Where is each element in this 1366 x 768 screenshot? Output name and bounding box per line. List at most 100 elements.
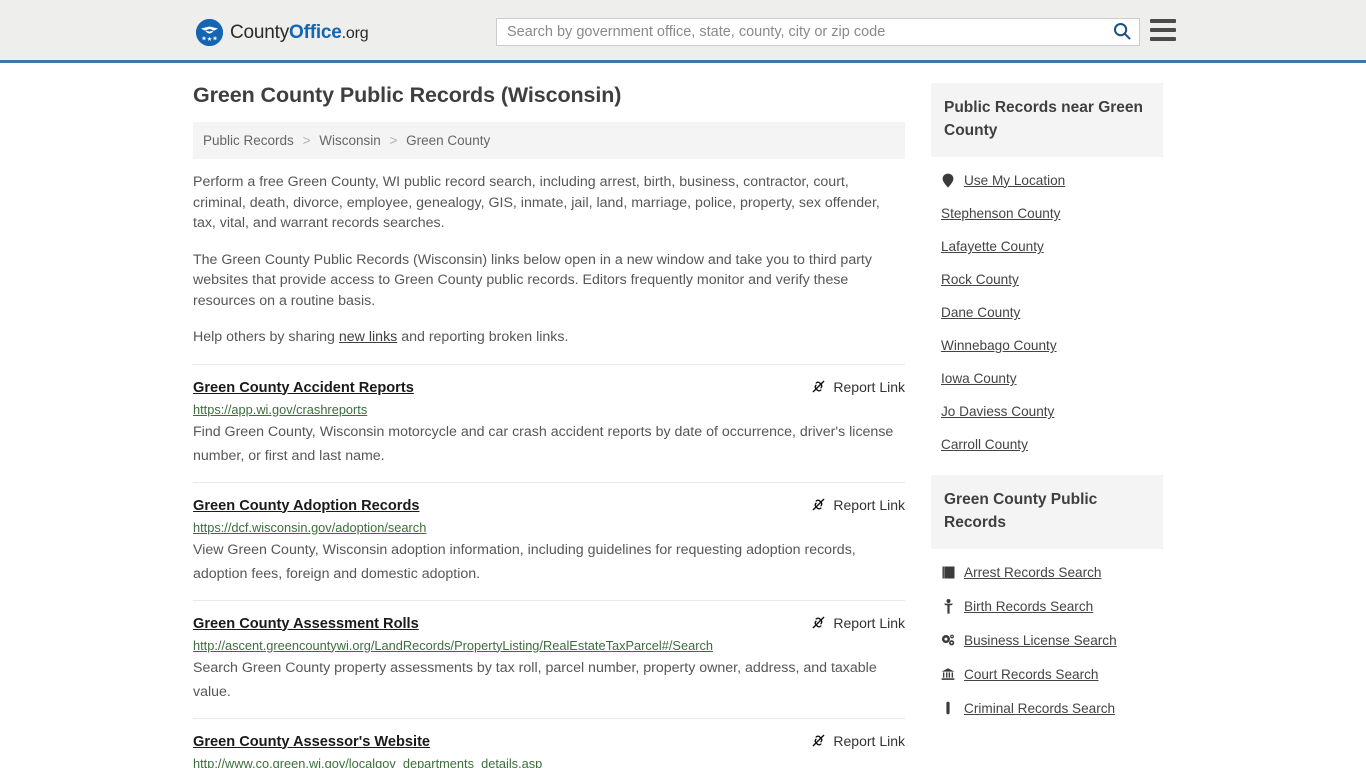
- record-url[interactable]: http://ascent.greencountywi.org/LandReco…: [193, 638, 905, 654]
- sidebar-nearby-item[interactable]: Iowa County: [941, 362, 1163, 395]
- record-title-link[interactable]: Green County Adoption Records: [193, 497, 419, 515]
- record-url[interactable]: https://dcf.wisconsin.gov/adoption/searc…: [193, 520, 905, 536]
- hamburger-bar-2: [1150, 28, 1176, 32]
- record-header: Green County Adoption Records Report Link: [193, 497, 905, 515]
- hamburger-bar-3: [1150, 37, 1176, 41]
- sidebar-nearby-list: Use My Location Stephenson County Lafayett…: [931, 157, 1163, 461]
- breadcrumb-item-0[interactable]: Public Records: [203, 133, 294, 148]
- sidebar-records-item[interactable]: Arrest Records Search: [941, 555, 1163, 589]
- sidebar-nearby-item[interactable]: Stephenson County: [941, 197, 1163, 230]
- sidebar-nearby-label[interactable]: Winnebago County: [941, 338, 1057, 353]
- search-input[interactable]: [497, 19, 1105, 45]
- broken-link-icon: [811, 497, 826, 512]
- record-title-link[interactable]: Green County Accident Reports: [193, 379, 414, 397]
- sidebar-nearby-item[interactable]: Jo Daviess County: [941, 395, 1163, 428]
- fingerprint-icon: [941, 700, 955, 716]
- record-item: Green County Assessor's Website Report Li…: [193, 717, 905, 768]
- search-icon: [1113, 22, 1131, 43]
- sidebar-records-item[interactable]: Business License Search: [941, 623, 1163, 657]
- sidebar-nearby-item[interactable]: Carroll County: [941, 428, 1163, 461]
- sidebar-nearby-item[interactable]: Lafayette County: [941, 230, 1163, 263]
- broken-link-icon: [811, 379, 826, 394]
- page-title: Green County Public Records (Wisconsin): [193, 83, 622, 107]
- report-link-label: Report Link: [833, 378, 905, 395]
- search-button[interactable]: [1105, 19, 1139, 45]
- hamburger-bar-1: [1150, 19, 1176, 23]
- sidebar-nearby-item[interactable]: Dane County: [941, 296, 1163, 329]
- intro-paragraph-2: The Green County Public Records (Wiscons…: [193, 251, 872, 309]
- sidebar-records-label[interactable]: Business License Search: [964, 633, 1117, 648]
- record-header: Green County Assessment Rolls Report Link: [193, 615, 905, 633]
- map-pin-icon: [941, 172, 955, 188]
- site-header: CountyOffice.org: [0, 0, 1366, 63]
- record-list: Green County Accident Reports Report Link…: [193, 363, 905, 768]
- site-logo[interactable]: CountyOffice.org: [196, 19, 369, 46]
- breadcrumb-separator-1: >: [389, 133, 398, 148]
- sidebar-nearby-label[interactable]: Lafayette County: [941, 239, 1044, 254]
- eagle-shield-logo-icon: [196, 19, 223, 46]
- sidebar: Public Records near Green County Use My …: [931, 83, 1163, 768]
- record-header: Green County Accident Reports Report Link: [193, 379, 905, 397]
- sidebar-nearby-label[interactable]: Use My Location: [964, 173, 1065, 188]
- new-links-link[interactable]: new links: [339, 329, 397, 345]
- sidebar-nearby-label[interactable]: Iowa County: [941, 371, 1017, 386]
- report-link-label: Report Link: [833, 614, 905, 631]
- sidebar-records-label[interactable]: Court Records Search: [964, 667, 1098, 682]
- sidebar-records-item[interactable]: Criminal Records Search: [941, 691, 1163, 725]
- report-link-button[interactable]: Report Link: [799, 497, 905, 513]
- sidebar-records-list: Arrest Records Search Birth Records Searc…: [931, 549, 1163, 725]
- report-link-button[interactable]: Report Link: [799, 615, 905, 631]
- report-link-label: Report Link: [833, 496, 905, 513]
- record-url[interactable]: http://www.co.green.wi.gov/localgov_depa…: [193, 756, 905, 768]
- logo-wordmark: CountyOffice.org: [230, 21, 369, 44]
- intro-paragraph-1: Perform a free Green County, WI public r…: [193, 174, 880, 231]
- broken-link-icon: [811, 615, 826, 630]
- intro-paragraph-3: Help others by sharing new links and rep…: [193, 327, 905, 348]
- search-bar[interactable]: [496, 18, 1140, 46]
- broken-link-icon: [811, 733, 826, 748]
- record-title-link[interactable]: Green County Assessment Rolls: [193, 615, 419, 633]
- record-description: Find Green County, Wisconsin motorcycle …: [193, 423, 894, 464]
- record-description: View Green County, Wisconsin adoption in…: [193, 541, 856, 582]
- sidebar-records-box: Green County Public Records Arrest Recor…: [931, 475, 1163, 725]
- sidebar-nearby-item[interactable]: Rock County: [941, 263, 1163, 296]
- record-description: Search Green County property assessments…: [193, 659, 877, 700]
- sidebar-nearby-heading: Public Records near Green County: [931, 83, 1163, 157]
- breadcrumb: Public Records > Wisconsin > Green Count…: [193, 122, 905, 159]
- sidebar-nearby-label[interactable]: Carroll County: [941, 437, 1028, 452]
- record-item: Green County Accident Reports Report Link…: [193, 363, 905, 482]
- intro-p3-after: and reporting broken links.: [397, 329, 569, 345]
- hamburger-menu-icon[interactable]: [1150, 19, 1176, 41]
- record-title-link[interactable]: Green County Assessor's Website: [193, 733, 430, 751]
- sidebar-nearby-label[interactable]: Stephenson County: [941, 206, 1060, 221]
- report-link-button[interactable]: Report Link: [799, 733, 905, 749]
- record-item: Green County Adoption Records Report Link…: [193, 481, 905, 600]
- breadcrumb-separator-0: >: [302, 133, 311, 148]
- breadcrumb-item-2[interactable]: Green County: [406, 133, 490, 148]
- record-item: Green County Assessment Rolls Report Link…: [193, 599, 905, 718]
- courthouse-icon: [941, 666, 955, 682]
- logo-text-org: .org: [341, 24, 369, 42]
- baby-icon: [941, 598, 955, 614]
- gears-icon: [941, 632, 955, 648]
- sidebar-nearby-item[interactable]: Winnebago County: [941, 329, 1163, 362]
- sidebar-records-label[interactable]: Arrest Records Search: [964, 565, 1102, 580]
- record-url[interactable]: https://app.wi.gov/crashreports: [193, 402, 905, 418]
- breadcrumb-item-1[interactable]: Wisconsin: [319, 133, 381, 148]
- logo-text-office: Office: [289, 21, 342, 43]
- sidebar-records-item[interactable]: Court Records Search: [941, 657, 1163, 691]
- sidebar-records-label[interactable]: Birth Records Search: [964, 599, 1093, 614]
- report-link-button[interactable]: Report Link: [799, 379, 905, 395]
- page-body: Green County Public Records (Wisconsin) …: [0, 63, 1366, 768]
- book-icon: [941, 564, 955, 580]
- sidebar-nearby-label[interactable]: Jo Daviess County: [941, 404, 1054, 419]
- sidebar-nearby-item[interactable]: Use My Location: [941, 163, 1163, 197]
- sidebar-records-heading: Green County Public Records: [931, 475, 1163, 549]
- main-content: Green County Public Records (Wisconsin) …: [193, 83, 905, 768]
- sidebar-records-label[interactable]: Criminal Records Search: [964, 701, 1115, 716]
- sidebar-records-item[interactable]: Birth Records Search: [941, 589, 1163, 623]
- logo-text-county: County: [230, 21, 290, 43]
- sidebar-nearby-label[interactable]: Dane County: [941, 305, 1020, 320]
- sidebar-nearby-label[interactable]: Rock County: [941, 272, 1019, 287]
- intro-p3-before: Help others by sharing: [193, 329, 339, 345]
